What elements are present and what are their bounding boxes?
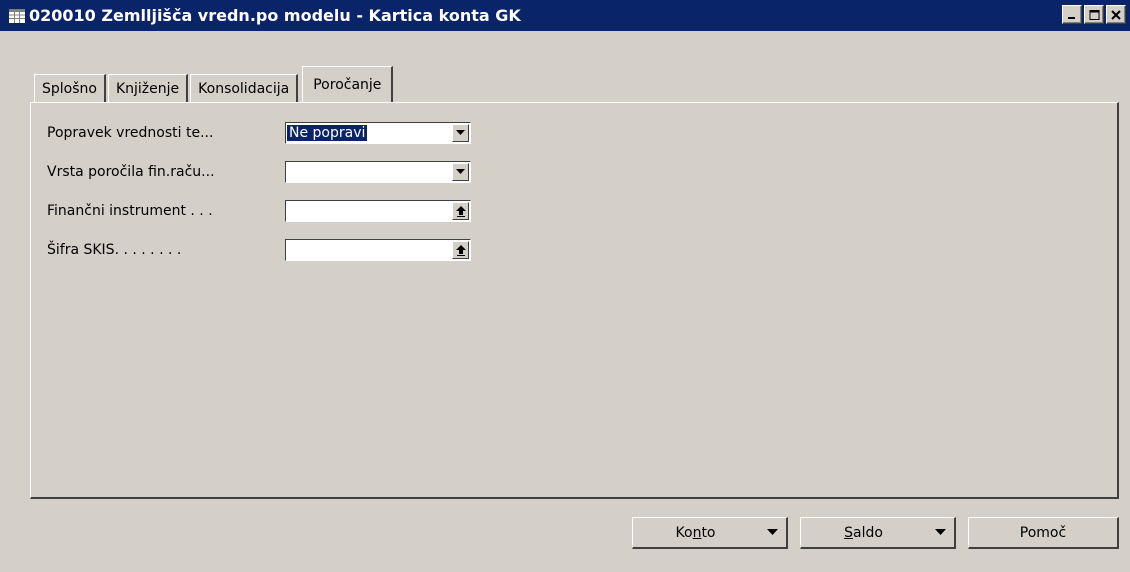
up-arrow-icon (455, 244, 466, 256)
field-value[interactable] (287, 203, 291, 219)
tab-splosno[interactable]: Splošno (34, 74, 106, 102)
close-button[interactable] (1106, 5, 1126, 24)
tab-knjizenje[interactable]: Knjiženje (107, 74, 189, 102)
title-bar[interactable]: 020010 Zemlljišča vredn.po modelu - Kart… (0, 0, 1130, 31)
tab-label: Poročanje (313, 76, 382, 93)
chevron-down-icon (456, 130, 465, 135)
field-label: Finančni instrument . . . (47, 203, 213, 219)
tab-strip: Splošno Knjiženje Konsolidacija Poročanj… (34, 66, 395, 102)
maximize-button[interactable] (1084, 5, 1104, 24)
chevron-down-icon (456, 169, 465, 174)
tab-konsolidacija[interactable]: Konsolidacija (190, 74, 299, 102)
tab-porocanje[interactable]: Poročanje (302, 66, 394, 102)
button-label: Saldo (844, 524, 883, 541)
chevron-down-icon (758, 529, 786, 536)
sifra-skis-lookup[interactable] (285, 239, 471, 261)
field-row-sifra-skis: Šifra SKIS. . . . . . . . (47, 239, 471, 261)
field-label: Popravek vrednosti te... (47, 125, 214, 141)
field-value[interactable]: Ne popravi (287, 125, 368, 141)
maximize-icon (1089, 9, 1099, 20)
tab-label: Knjiženje (115, 80, 180, 97)
popravek-vrednosti-dropdown[interactable]: Ne popravi (285, 122, 471, 144)
close-icon (1111, 9, 1121, 20)
tab-label: Splošno (42, 80, 97, 97)
dropdown-button[interactable] (452, 124, 469, 142)
saldo-menu-button[interactable]: Saldo (800, 517, 956, 549)
minimize-button[interactable] (1062, 5, 1082, 24)
field-value[interactable] (287, 164, 291, 180)
field-row-vrsta-porocila: Vrsta poročila fin.raču... (47, 161, 471, 183)
button-label: Pomoč (1019, 524, 1067, 541)
tab-label: Konsolidacija (198, 80, 290, 97)
tab-panel-porocanje: Popravek vrednosti te... Ne popravi Vrst… (30, 102, 1119, 499)
field-label: Šifra SKIS. . . . . . . . (47, 242, 182, 258)
lookup-button[interactable] (452, 202, 469, 220)
help-button[interactable]: Pomoč (968, 517, 1119, 549)
up-arrow-icon (455, 205, 466, 217)
field-value[interactable] (287, 242, 291, 258)
field-row-financni-instrument: Finančni instrument . . . (47, 200, 471, 222)
account-card-window: 020010 Zemlljišča vredn.po modelu - Kart… (0, 0, 1130, 572)
lookup-button[interactable] (452, 241, 469, 259)
table-icon (9, 8, 25, 23)
minimize-icon (1068, 16, 1075, 19)
konto-menu-button[interactable]: Konto (632, 517, 788, 549)
field-label: Vrsta poročila fin.raču... (47, 164, 215, 180)
vrsta-porocila-dropdown[interactable] (285, 161, 471, 183)
window-title: 020010 Zemlljišča vredn.po modelu - Kart… (29, 6, 521, 25)
financni-instrument-lookup[interactable] (285, 200, 471, 222)
field-row-popravek: Popravek vrednosti te... Ne popravi (47, 122, 471, 144)
button-label: Konto (675, 524, 716, 541)
dropdown-button[interactable] (452, 163, 469, 181)
chevron-down-icon (926, 529, 954, 536)
